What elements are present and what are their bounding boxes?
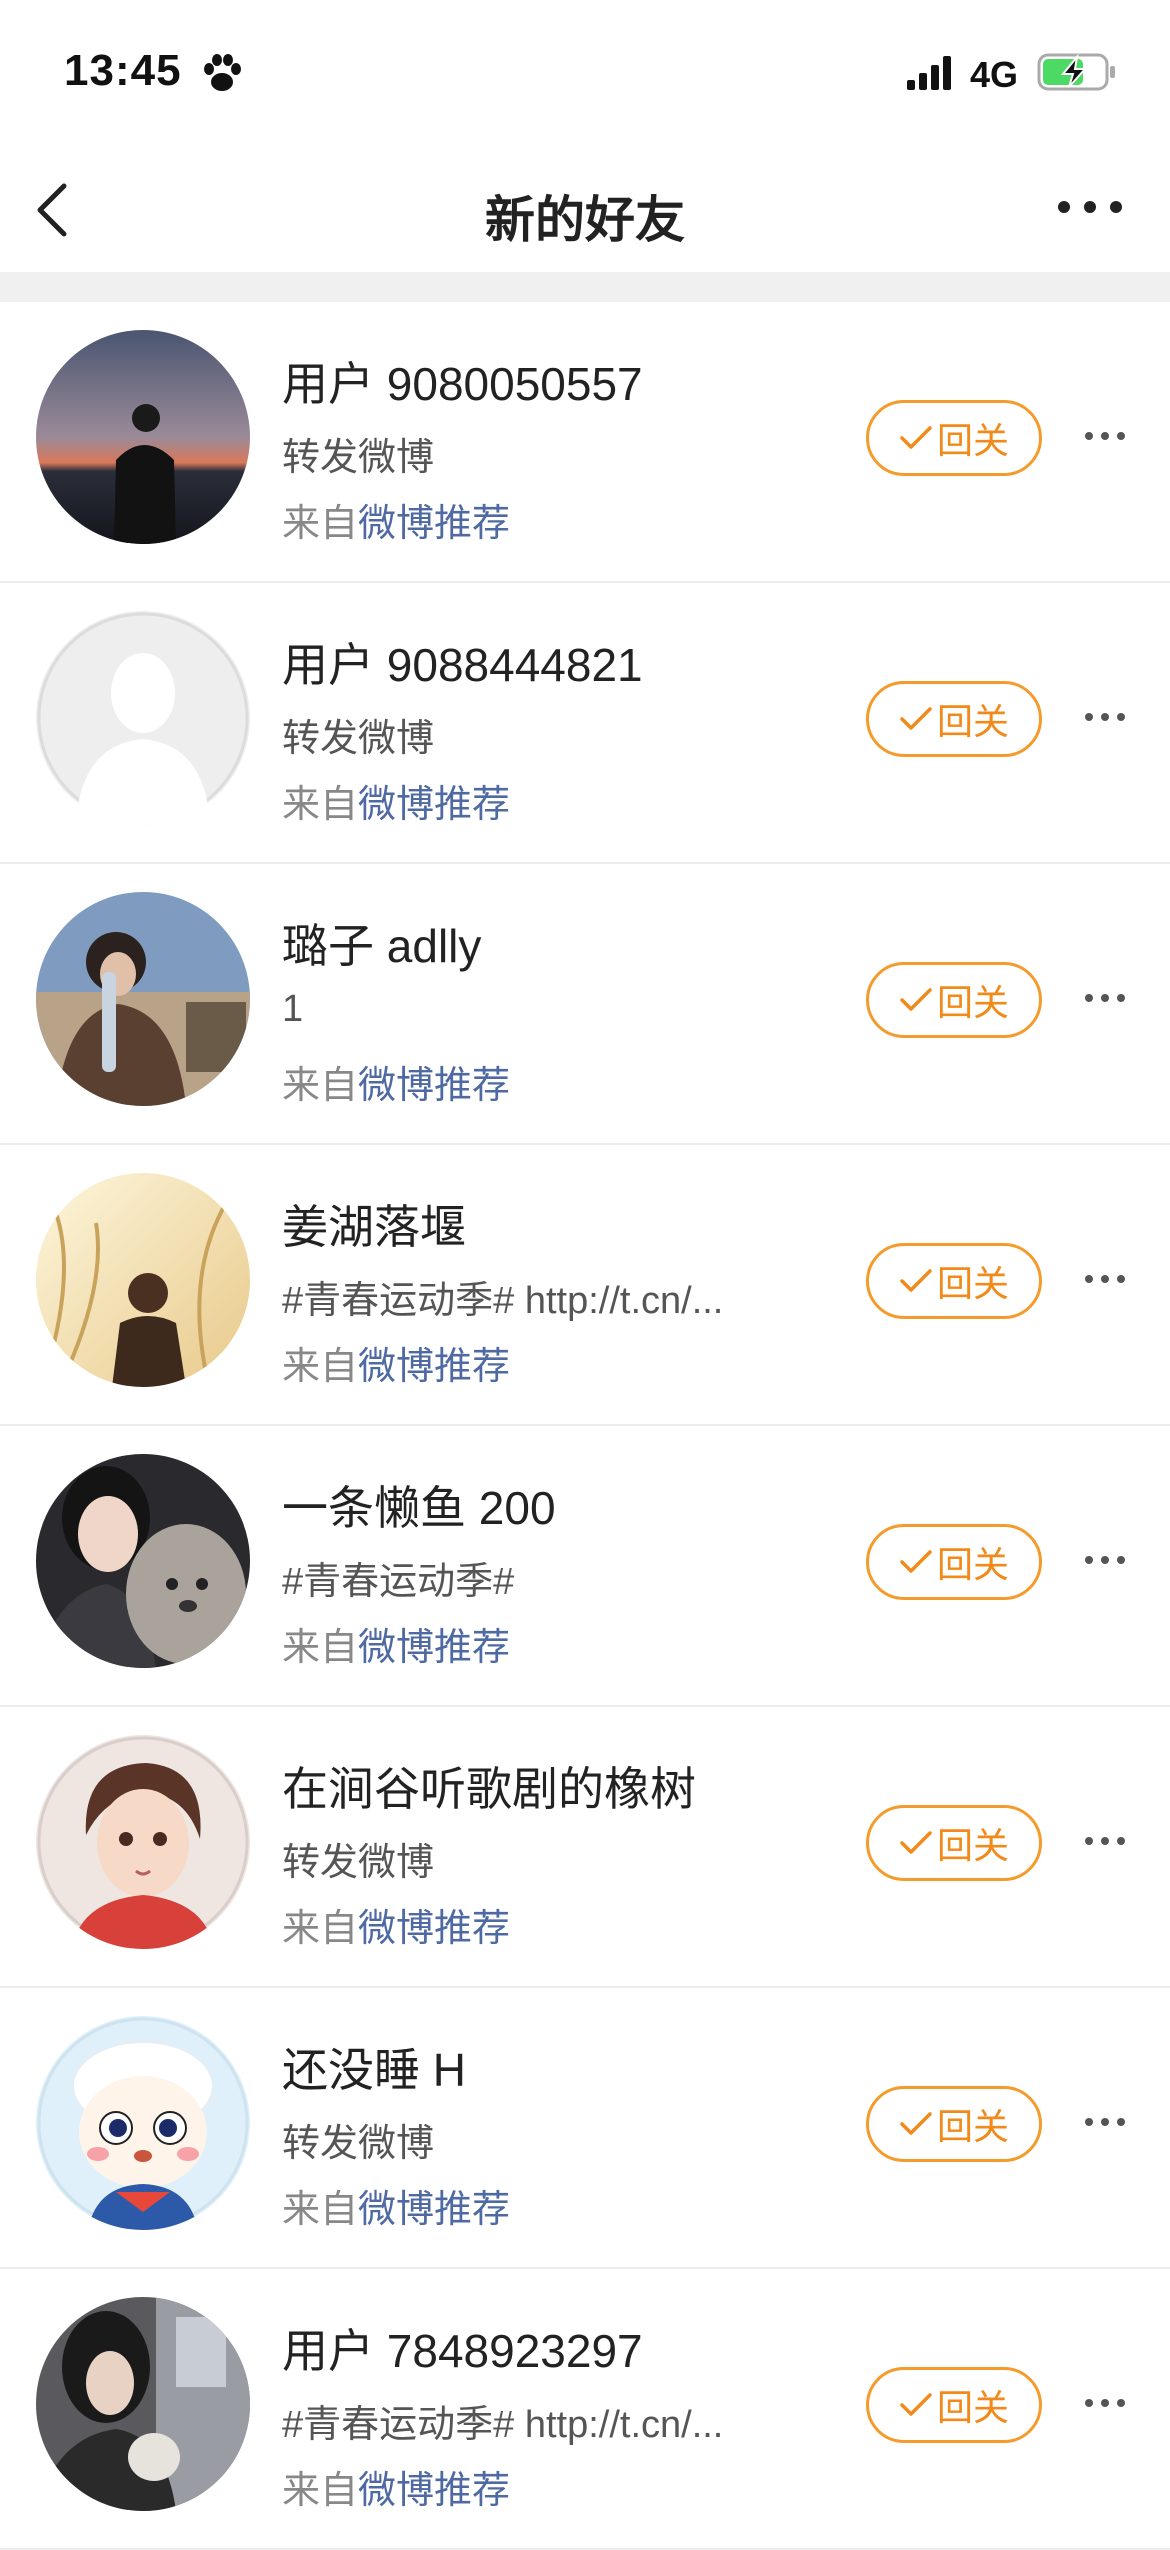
page-title: 新的好友 (485, 192, 685, 248)
follow-back-label: 回关 (936, 982, 1009, 1023)
source-link[interactable]: 微博推荐 (358, 1065, 510, 1107)
list-item[interactable]: 姜湖落堰 #青春运动季# http://t.cn/... 来自微博推荐 回关 (0, 1145, 1170, 1426)
check-icon (900, 2393, 932, 2416)
source-link[interactable]: 微博推荐 (358, 2189, 510, 2231)
user-description: #青春运动季# (282, 1561, 515, 1603)
user-name[interactable]: 一条懒鱼 200 (282, 1472, 556, 1538)
source-prefix: 来自 (282, 2470, 359, 2512)
row-more-icon[interactable] (1083, 1552, 1127, 1568)
source-link[interactable]: 微博推荐 (358, 1908, 510, 1950)
user-description: 转发微博 (282, 1842, 435, 1884)
source-link[interactable]: 微博推荐 (358, 503, 510, 545)
avatar[interactable] (36, 2016, 250, 2230)
avatar[interactable] (36, 1454, 250, 1668)
user-name[interactable]: 还没睡 H (282, 2034, 466, 2100)
follow-back-label: 回关 (936, 701, 1009, 742)
list-item[interactable]: 在涧谷听歌剧的橡树 转发微博 来自微博推荐 回关 (0, 1707, 1170, 1988)
avatar[interactable] (36, 892, 250, 1106)
follow-back-button[interactable]: 回关 (866, 962, 1042, 1038)
source-prefix: 来自 (282, 1346, 359, 1388)
avatar[interactable] (36, 1735, 250, 1949)
source-prefix: 来自 (282, 1908, 359, 1950)
source-text: 来自微博推荐 (282, 492, 510, 547)
user-name[interactable]: 璐子 adlly (282, 910, 481, 976)
source-text: 来自微博推荐 (282, 1897, 510, 1952)
source-link[interactable]: 微博推荐 (358, 1346, 510, 1388)
source-prefix: 来自 (282, 784, 359, 826)
user-name[interactable]: 用户 9080050557 (282, 348, 643, 414)
follow-back-button[interactable]: 回关 (866, 2086, 1042, 2162)
check-icon (900, 707, 932, 730)
check-icon (900, 988, 932, 1011)
section-divider (0, 272, 1170, 302)
battery-charging-icon (1037, 53, 1115, 91)
source-link[interactable]: 微博推荐 (358, 2470, 510, 2512)
check-icon (900, 426, 932, 449)
avatar[interactable] (36, 2297, 250, 2511)
network-type: 4G (970, 54, 1019, 95)
row-more-icon[interactable] (1083, 990, 1127, 1006)
follow-back-label: 回关 (936, 420, 1009, 461)
avatar[interactable] (36, 611, 250, 825)
check-icon (900, 2112, 932, 2135)
user-description: #青春运动季# http://t.cn/... (282, 1280, 724, 1322)
check-icon (900, 1550, 932, 1573)
user-name[interactable]: 在涧谷听歌剧的橡树 (282, 1753, 696, 1819)
user-description: 转发微博 (282, 2123, 435, 2165)
follow-back-button[interactable]: 回关 (866, 1524, 1042, 1600)
list-item[interactable]: 璐子 adlly 1 来自微博推荐 回关 (0, 864, 1170, 1145)
list-item[interactable]: 用户 9080050557 转发微博 来自微博推荐 回关 (0, 302, 1170, 583)
source-prefix: 来自 (282, 2189, 359, 2231)
list-item[interactable]: 用户 9088444821 转发微博 来自微博推荐 回关 (0, 583, 1170, 864)
user-description: 1 (282, 988, 304, 1030)
follow-back-button[interactable]: 回关 (866, 1243, 1042, 1319)
user-name[interactable]: 用户 7848923297 (282, 2315, 643, 2381)
follow-back-button[interactable]: 回关 (866, 681, 1042, 757)
row-more-icon[interactable] (1083, 709, 1127, 725)
avatar[interactable] (36, 1173, 250, 1387)
source-text: 来自微博推荐 (282, 1616, 510, 1671)
list-item[interactable]: 还没睡 H 转发微博 来自微博推荐 回关 (0, 1988, 1170, 2269)
user-name[interactable]: 姜湖落堰 (282, 1191, 466, 1257)
follow-back-label: 回关 (936, 2106, 1009, 2147)
row-more-icon[interactable] (1083, 1271, 1127, 1287)
list-item[interactable]: 用户 7848923297 #青春运动季# http://t.cn/... 来自… (0, 2269, 1170, 2550)
follow-back-label: 回关 (936, 1263, 1009, 1304)
paw-icon (204, 54, 241, 91)
status-time: 13:45 (64, 46, 182, 95)
user-name[interactable]: 用户 9088444821 (282, 629, 643, 695)
source-text: 来自微博推荐 (282, 773, 510, 828)
row-more-icon[interactable] (1083, 2114, 1127, 2130)
avatar[interactable] (36, 330, 250, 544)
user-description: #青春运动季# http://t.cn/... (282, 2404, 724, 2446)
follow-back-button[interactable]: 回关 (866, 2367, 1042, 2443)
source-text: 来自微博推荐 (282, 2459, 510, 2514)
check-icon (900, 1269, 932, 1292)
source-text: 来自微博推荐 (282, 2178, 510, 2233)
user-description: 转发微博 (282, 437, 435, 479)
row-more-icon[interactable] (1083, 428, 1127, 444)
follow-back-label: 回关 (936, 2387, 1009, 2428)
source-prefix: 来自 (282, 1065, 359, 1107)
source-prefix: 来自 (282, 503, 359, 545)
more-options-icon[interactable] (1055, 192, 1125, 222)
follow-back-label: 回关 (936, 1544, 1009, 1585)
source-text: 来自微博推荐 (282, 1335, 510, 1390)
signal-icon (907, 56, 951, 90)
follow-back-label: 回关 (936, 1825, 1009, 1866)
source-text: 来自微博推荐 (282, 1054, 510, 1109)
follow-back-button[interactable]: 回关 (866, 1805, 1042, 1881)
source-link[interactable]: 微博推荐 (358, 784, 510, 826)
row-more-icon[interactable] (1083, 2395, 1127, 2411)
list-item[interactable]: 一条懒鱼 200 #青春运动季# 来自微博推荐 回关 (0, 1426, 1170, 1707)
follow-back-button[interactable]: 回关 (866, 400, 1042, 476)
user-description: 转发微博 (282, 718, 435, 760)
source-prefix: 来自 (282, 1627, 359, 1669)
new-friends-list: 用户 9080050557 转发微博 来自微博推荐 回关 用户 90884448… (0, 302, 1170, 2550)
nav-bar: 新的好友 (0, 140, 1170, 272)
row-more-icon[interactable] (1083, 1833, 1127, 1849)
check-icon (900, 1831, 932, 1854)
source-link[interactable]: 微博推荐 (358, 1627, 510, 1669)
status-bar: 13:45 4G (0, 0, 1170, 140)
